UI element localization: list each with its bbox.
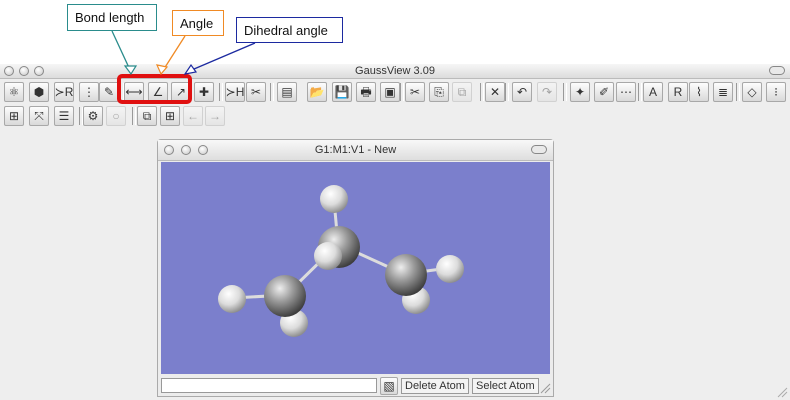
- carbon-atom[interactable]: [385, 254, 427, 296]
- carbon-atom[interactable]: [264, 275, 306, 317]
- angle-arrowhead: [155, 64, 169, 76]
- document-status-icon[interactable]: ▧: [380, 377, 398, 395]
- bond-length-arrowhead: [123, 65, 138, 76]
- delete-atom-status: Delete Atom: [401, 378, 469, 394]
- molecule-window-titlebar: G1:M1:V1 - New: [158, 140, 553, 161]
- dihedral-arrowhead: [183, 63, 198, 75]
- molecule-viewport[interactable]: [161, 162, 550, 374]
- hydrogen-atom[interactable]: [436, 255, 464, 283]
- toolbar-toggle-icon[interactable]: [531, 145, 547, 154]
- hydrogen-atom[interactable]: [320, 185, 348, 213]
- select-atom-status: Select Atom: [472, 378, 539, 394]
- molecule-view-window: G1:M1:V1 - New ▧ Delete Atom Select Atom: [157, 139, 554, 397]
- molecule-window-title: G1:M1:V1 - New: [314, 144, 397, 156]
- hydrogen-atom[interactable]: [218, 285, 246, 313]
- dihedral-leader: [186, 42, 256, 73]
- molecule-status-bar: ▧ Delete Atom Select Atom: [158, 376, 553, 396]
- molecule-render: [218, 185, 464, 337]
- main-resize-grip-icon[interactable]: [776, 386, 788, 398]
- resize-grip-icon[interactable]: [539, 382, 551, 394]
- status-message-field: [161, 378, 377, 393]
- hydrogen-atom[interactable]: [314, 242, 342, 270]
